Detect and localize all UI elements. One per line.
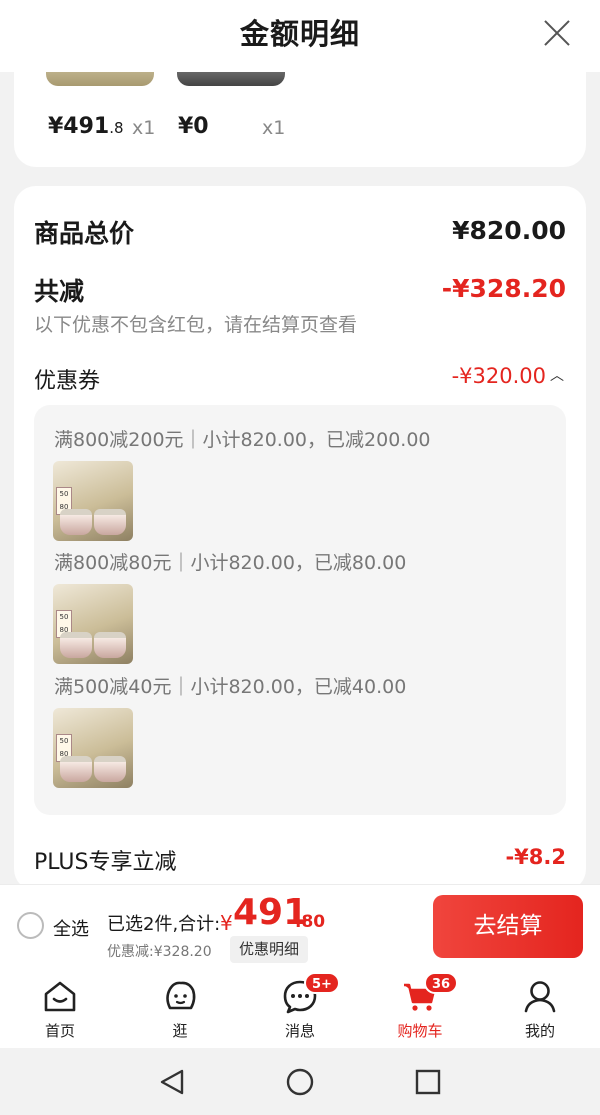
tab-label: 我的 — [524, 1022, 555, 1040]
product-card: ¥491.8 x1 ¥0 x1 — [14, 72, 586, 167]
tab-cart[interactable]: 36 购物车 — [360, 968, 480, 1048]
discount-detail-button[interactable]: 优惠明细 — [230, 936, 309, 963]
checkout-button[interactable]: 去结算 — [433, 895, 583, 958]
select-all-radio[interactable] — [17, 912, 44, 939]
coupon-item-text: 满800减80元｜小计820.00，已减80.00 — [54, 552, 407, 574]
product-image[interactable] — [177, 72, 285, 86]
product-qty: x1 — [132, 117, 156, 139]
tab-label: 首页 — [44, 1022, 75, 1040]
header: 金额明细 — [0, 0, 600, 72]
plus-label: PLUS专享立减 — [34, 850, 177, 875]
total-decimal: .80 — [295, 912, 326, 932]
product-price: ¥491.8 — [48, 114, 124, 139]
discount-text: 优惠减:¥328.20 — [107, 944, 212, 960]
coupon-product-image[interactable]: 50 80 — [53, 461, 133, 541]
checkout-bar: 全选 已选2件,合计: ¥ 491 .80 优惠减:¥328.20 优惠明细 去… — [0, 884, 600, 968]
face-icon — [166, 981, 196, 1010]
close-icon[interactable] — [542, 18, 572, 48]
user-icon — [524, 981, 556, 1013]
coupon-toggle[interactable]: -¥320.00 ︿ — [452, 364, 564, 388]
back-icon[interactable] — [157, 1068, 187, 1096]
coupon-product-image[interactable]: 50 80 — [53, 708, 133, 788]
reduce-note: 以下优惠不包含红包，请在结算页查看 — [34, 314, 358, 336]
reduce-value: -¥328.20 — [441, 274, 566, 303]
home-button-icon[interactable] — [285, 1068, 315, 1096]
total-label: 商品总价 — [34, 219, 135, 248]
product-qty: x1 — [262, 117, 286, 139]
select-all-label[interactable]: 全选 — [53, 915, 89, 941]
plus-value: -¥8.2 — [505, 845, 566, 869]
system-nav-bar — [0, 1048, 600, 1115]
recents-icon[interactable] — [413, 1068, 443, 1096]
coupon-value: -¥320.00 — [451, 364, 546, 388]
tab-home[interactable]: 首页 — [0, 968, 120, 1048]
tab-messages[interactable]: 5+ 消息 — [240, 968, 360, 1048]
coupon-list: 满800减200元｜小计820.00，已减200.00 50 80 满800减80… — [34, 405, 566, 815]
tab-browse[interactable]: 逛 — [120, 968, 240, 1048]
coupon-item-text: 满800减200元｜小计820.00，已减200.00 — [54, 429, 431, 451]
tab-label: 消息 — [284, 1022, 315, 1040]
message-badge: 5+ — [304, 972, 340, 994]
tab-label: 逛 — [172, 1022, 188, 1040]
product-image[interactable] — [46, 72, 154, 86]
page-title: 金额明细 — [239, 17, 360, 51]
coupon-item-text: 满500减40元｜小计820.00，已减40.00 — [54, 676, 407, 698]
total-value: ¥820.00 — [452, 216, 566, 245]
tab-label: 购物车 — [397, 1022, 443, 1040]
tab-me[interactable]: 我的 — [480, 968, 600, 1048]
selected-count: 已选2件,合计: — [107, 914, 221, 935]
tab-bar: 首页 逛 5+ 消息 36 购物车 我的 — [0, 968, 600, 1048]
reduce-label: 共减 — [34, 277, 85, 306]
cart-badge: 36 — [424, 972, 459, 994]
chevron-up-icon: ︿ — [550, 368, 564, 384]
coupon-label: 优惠券 — [34, 369, 101, 394]
coupon-product-image[interactable]: 50 80 — [53, 584, 133, 664]
home-icon — [44, 981, 76, 1012]
total-currency: ¥ — [220, 911, 233, 935]
product-price: ¥0 — [178, 114, 209, 139]
price-summary-card: 商品总价 ¥820.00 共减 -¥328.20 以下优惠不包含红包，请在结算页… — [14, 186, 586, 891]
